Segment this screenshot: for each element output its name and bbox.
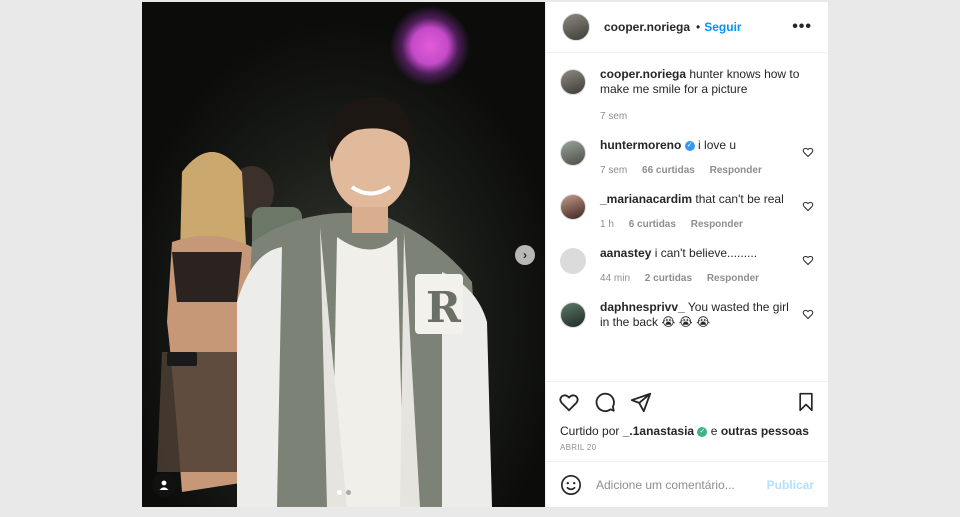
like-comment-icon[interactable] bbox=[802, 308, 814, 320]
comment-input[interactable]: Adicione um comentário... bbox=[596, 478, 767, 492]
carousel-indicator bbox=[335, 490, 353, 495]
post-photo[interactable]: R › bbox=[142, 2, 545, 507]
post-actions bbox=[546, 381, 828, 421]
comment-username[interactable]: aanastey bbox=[600, 246, 651, 260]
comment-avatar[interactable] bbox=[560, 194, 586, 220]
post-date[interactable]: ABRIL 20 bbox=[546, 441, 828, 461]
comment-username[interactable]: _marianacardim bbox=[600, 192, 692, 206]
caption-avatar[interactable] bbox=[560, 69, 586, 95]
comment-avatar[interactable] bbox=[560, 140, 586, 166]
comment-text: i love u bbox=[698, 138, 737, 152]
separator-dot: • bbox=[696, 20, 701, 34]
follow-button[interactable]: Seguir bbox=[704, 20, 741, 34]
comment-avatar[interactable] bbox=[560, 302, 586, 328]
comment-username[interactable]: daphnesprivv_ bbox=[600, 300, 685, 314]
comment-likes[interactable]: 2 curtidas bbox=[645, 273, 692, 284]
tagged-users-button[interactable] bbox=[152, 473, 176, 497]
reply-button[interactable]: Responder bbox=[691, 219, 743, 230]
caption-username[interactable]: cooper.noriega bbox=[600, 67, 686, 81]
bookmark-icon[interactable] bbox=[796, 392, 816, 412]
add-comment-bar: Adicione um comentário... Publicar bbox=[546, 461, 828, 507]
share-icon[interactable] bbox=[630, 391, 652, 413]
default-avatar-icon[interactable] bbox=[560, 248, 586, 274]
author-avatar[interactable] bbox=[562, 13, 590, 41]
heart-icon[interactable] bbox=[558, 391, 580, 413]
comment-time[interactable]: 1 h bbox=[600, 219, 614, 230]
carousel-dot-active bbox=[336, 490, 342, 495]
like-comment-icon[interactable] bbox=[802, 254, 814, 266]
likes-summary: Curtido por _.1anastasia ✓ e outras pess… bbox=[546, 421, 828, 441]
svg-text:R: R bbox=[426, 283, 462, 332]
reply-button[interactable]: Responder bbox=[710, 165, 762, 176]
comment-text: that can't be real bbox=[695, 192, 784, 206]
verified-badge-icon: ✓ bbox=[684, 140, 695, 151]
photo-scene: R bbox=[157, 97, 492, 507]
comment-item: huntermoreno ✓ i love u 7 sem 66 curtida… bbox=[560, 138, 814, 178]
comment-icon[interactable] bbox=[594, 391, 616, 413]
like-comment-icon[interactable] bbox=[802, 146, 814, 158]
liked-by-others[interactable]: outras pessoas bbox=[721, 424, 809, 438]
reply-button[interactable]: Responder bbox=[707, 273, 759, 284]
verified-badge-icon: ✓ bbox=[697, 426, 708, 437]
chevron-right-icon: › bbox=[523, 248, 527, 262]
comment-item: _marianacardim that can't be real 1 h 6 … bbox=[560, 192, 814, 232]
carousel-dot bbox=[345, 490, 351, 495]
emoji-icon[interactable] bbox=[560, 474, 582, 496]
more-options-icon[interactable]: ••• bbox=[792, 18, 812, 36]
comment-time[interactable]: 7 sem bbox=[600, 165, 627, 176]
like-comment-icon[interactable] bbox=[802, 200, 814, 212]
liked-by-connector: e bbox=[710, 424, 718, 438]
author-username[interactable]: cooper.noriega bbox=[604, 20, 690, 34]
caption-time[interactable]: 7 sem bbox=[600, 111, 627, 122]
comment-text: i can't believe......... bbox=[654, 246, 758, 260]
comment-item: aanastey i can't believe......... 44 min… bbox=[560, 246, 814, 286]
user-icon bbox=[159, 480, 169, 490]
post-sidebar: cooper.noriega • Seguir ••• cooper.norie… bbox=[545, 2, 828, 507]
comment-username[interactable]: huntermoreno bbox=[600, 138, 681, 152]
comment-item: daphnesprivv_ You wasted the girl in the… bbox=[560, 300, 814, 330]
post-dialog: R › cooper.noriega • Seguir ••• cooper.n… bbox=[142, 2, 828, 507]
next-photo-button[interactable]: › bbox=[515, 245, 535, 265]
comments-list[interactable]: cooper.noriega hunter knows how to make … bbox=[546, 53, 828, 381]
caption: cooper.noriega hunter knows how to make … bbox=[560, 67, 814, 124]
liked-by-user[interactable]: _.1anastasia bbox=[623, 424, 694, 438]
comment-likes[interactable]: 66 curtidas bbox=[642, 165, 695, 176]
comment-time[interactable]: 44 min bbox=[600, 273, 630, 284]
publish-button[interactable]: Publicar bbox=[767, 478, 814, 492]
liked-by-prefix: Curtido por bbox=[560, 424, 620, 438]
comment-likes[interactable]: 6 curtidas bbox=[629, 219, 676, 230]
post-header: cooper.noriega • Seguir ••• bbox=[546, 2, 828, 53]
